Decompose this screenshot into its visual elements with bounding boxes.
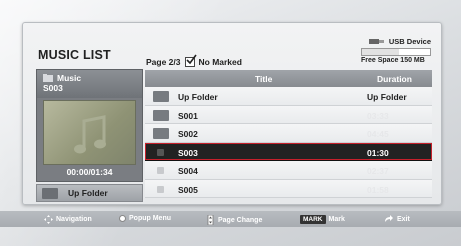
album-art <box>43 100 136 165</box>
help-bar: Navigation Popup Menu Page Change MARK M… <box>0 211 461 227</box>
row-duration: 01:58 <box>367 184 389 195</box>
folder-up-icon <box>42 187 58 199</box>
folder-icon <box>153 128 169 139</box>
navigation-icon <box>44 215 53 224</box>
table-row[interactable]: Up Folder Up Folder <box>145 87 432 106</box>
usb-icon <box>368 39 384 44</box>
help-exit: Exit <box>384 215 410 223</box>
row-title: S004 <box>178 166 198 176</box>
row-title: S005 <box>178 184 198 195</box>
page-title: MUSIC LIST <box>38 48 111 62</box>
music-file-icon <box>157 167 164 174</box>
help-popup: Popup Menu <box>119 215 171 222</box>
marked-checkbox-icon <box>184 54 197 67</box>
help-navigation: Navigation <box>44 215 92 224</box>
music-folder-icon <box>43 74 53 82</box>
usb-space-bar <box>361 48 431 56</box>
usb-device-info: USB Device Free Space 150 MB <box>361 37 431 69</box>
folder-icon <box>153 91 169 102</box>
free-space-label: Free Space 150 MB <box>361 57 425 64</box>
file-table: Title Duration Up Folder Up Folder S001 … <box>145 70 432 198</box>
row-title: S003 <box>178 147 198 158</box>
music-file-icon <box>157 185 164 193</box>
help-page-change-label: Page Change <box>218 216 263 224</box>
help-mark-label: Mark <box>328 216 345 223</box>
table-row[interactable]: S002 04:45 <box>145 124 432 143</box>
row-duration: 03:33 <box>367 110 389 121</box>
table-header: Title Duration <box>145 70 432 87</box>
playback-time: 00:00/01:34 <box>66 167 113 177</box>
row-title: S002 <box>178 129 198 139</box>
up-folder-label: Up Folder <box>68 188 108 198</box>
folder-icon <box>153 109 169 121</box>
usb-space-fill <box>362 49 400 55</box>
column-duration: Duration <box>377 74 412 84</box>
music-note-icon <box>74 115 106 154</box>
help-mark: MARK Mark <box>300 215 345 224</box>
row-title: Up Folder <box>178 92 218 102</box>
page-number: Page 2/3 <box>146 57 181 67</box>
row-duration: Up Folder <box>367 92 407 102</box>
help-exit-label: Exit <box>397 215 410 223</box>
row-duration: 01:30 <box>367 147 389 158</box>
column-title: Title <box>255 74 273 84</box>
mark-badge: MARK <box>300 215 326 224</box>
music-file-icon <box>157 148 164 156</box>
table-row[interactable]: S004 02:37 <box>145 161 432 180</box>
preview-folder: Music <box>57 73 82 83</box>
table-row[interactable]: S001 03:33 <box>145 105 432 124</box>
table-row[interactable]: S005 01:58 <box>145 179 432 198</box>
track-preview: Music S003 00:00/01:34 <box>36 69 143 182</box>
usb-device-label: USB Device <box>388 37 431 46</box>
row-duration: 04:45 <box>367 129 389 139</box>
ok-button-icon <box>119 215 126 222</box>
row-duration: 02:37 <box>367 166 389 176</box>
help-navigation-label: Navigation <box>56 216 92 223</box>
help-popup-label: Popup Menu <box>129 215 171 222</box>
help-page-change: Page Change <box>206 215 262 225</box>
row-title: S001 <box>178 110 198 121</box>
marked-status: No Marked <box>198 57 242 67</box>
table-row-selected[interactable]: S003 01:30 <box>145 142 432 161</box>
exit-icon <box>385 215 393 222</box>
page-change-icon <box>207 215 214 225</box>
page-indicator: Page 2/3 No Marked <box>146 54 242 67</box>
up-folder-button[interactable]: Up Folder <box>36 184 143 202</box>
preview-track: S003 <box>43 83 63 93</box>
